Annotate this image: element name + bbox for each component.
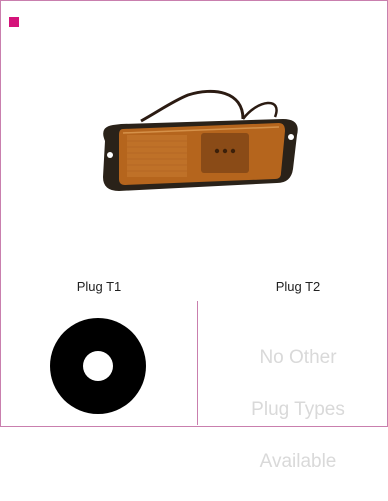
no-other-line-2: Plug Types xyxy=(251,399,345,420)
product-card: Plug T1 Plug T2 No Other Plug Types Avai… xyxy=(0,0,388,472)
plug-divider xyxy=(197,301,198,425)
no-other-line-1: No Other xyxy=(259,347,337,368)
no-other-plugs-message: No Other Plug Types Available xyxy=(218,319,378,501)
plug-t2-label: Plug T2 xyxy=(275,279,321,294)
product-image xyxy=(103,89,298,191)
round-plug-icon[interactable] xyxy=(47,315,149,417)
brand-marker xyxy=(9,17,19,27)
plug-t1-label: Plug T1 xyxy=(76,279,122,294)
no-other-line-3: Available xyxy=(259,451,337,472)
